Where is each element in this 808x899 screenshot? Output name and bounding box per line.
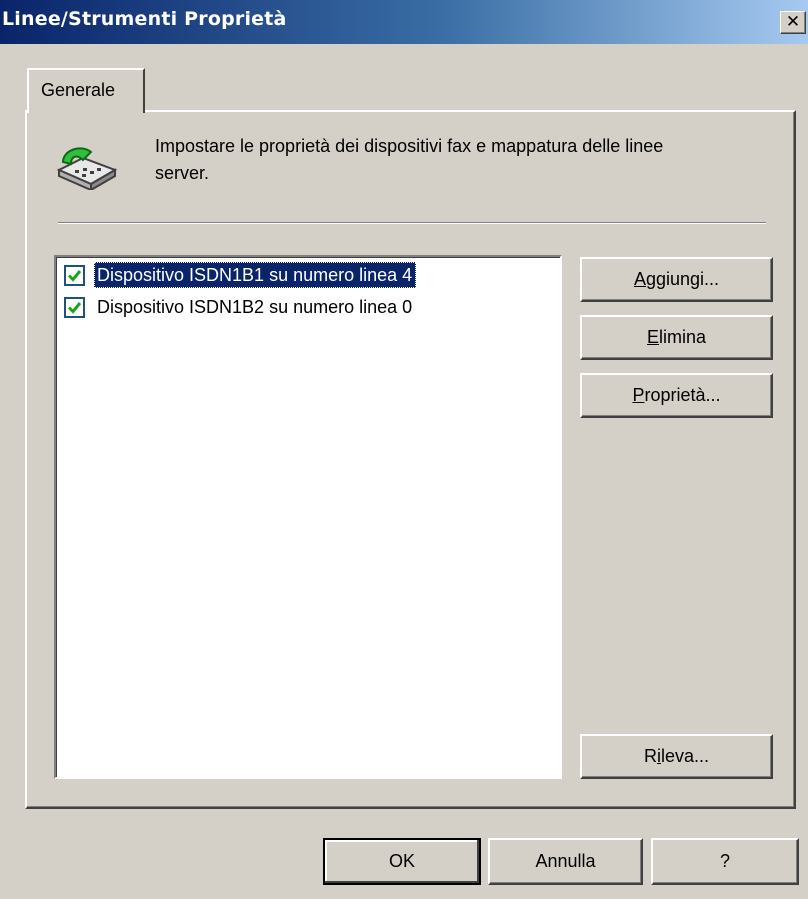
close-icon: ✕: [785, 12, 801, 32]
properties-button[interactable]: Proprietà...: [580, 373, 773, 418]
cancel-button-label: Annulla: [535, 851, 596, 871]
detect-button[interactable]: Ri leva...: [580, 734, 773, 779]
fax-icon: [56, 147, 118, 190]
device-label: Dispositivo ISDN1B2 su numero linea 0: [97, 297, 413, 317]
separator: [58, 222, 766, 224]
description-line-1: Impostare le proprietà dei dispositivi f…: [155, 136, 664, 156]
device-label: Dispositivo ISDN1B1 su numero linea 4: [94, 262, 417, 288]
help-button-label: ?: [719, 851, 730, 871]
cancel-button[interactable]: Annulla: [488, 838, 643, 885]
device-checkbox[interactable]: [64, 297, 85, 318]
tab-generale[interactable]: Generale: [27, 68, 145, 113]
add-button[interactable]: Aggiungi...: [580, 257, 773, 302]
delete-button[interactable]: Elimina: [580, 315, 773, 360]
detect-button-label: Ri leva...: [643, 746, 710, 766]
device-list[interactable]: Dispositivo ISDN1B1 su numero linea 4 Di…: [54, 255, 562, 779]
delete-button-label: Elimina: [646, 327, 707, 347]
checkmark-icon: [67, 270, 82, 282]
ok-button[interactable]: OK: [323, 838, 481, 885]
add-button-label: Aggiungi...: [633, 269, 720, 289]
help-button[interactable]: ?: [651, 838, 799, 885]
tab-generale-label: Generale: [41, 80, 116, 100]
window-title: Linee/Strumenti Proprietà: [2, 8, 287, 30]
close-button[interactable]: ✕: [780, 11, 806, 34]
checkmark-icon: [67, 302, 82, 314]
description: Impostare le proprietà dei dispositivi f…: [155, 133, 765, 187]
title-bar: Linee/Strumenti Proprietà ✕: [0, 0, 808, 44]
properties-button-label: Proprietà...: [632, 385, 721, 405]
description-line-2: server.: [155, 163, 210, 183]
device-checkbox[interactable]: [64, 265, 85, 286]
ok-button-label: OK: [388, 851, 415, 871]
